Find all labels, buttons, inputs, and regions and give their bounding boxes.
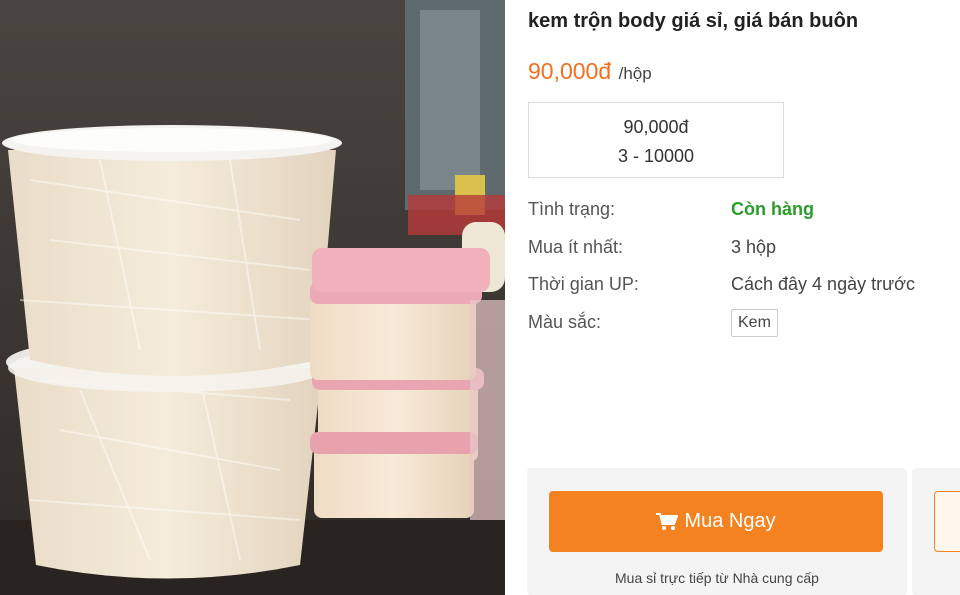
tier-price: 90,000đ: [623, 117, 689, 137]
price-tier-box[interactable]: 90,000đ 3 - 10000: [528, 102, 784, 178]
attribute-row-color: Màu sắc: Kem: [528, 308, 958, 347]
price-unit: /hộp: [618, 64, 652, 83]
secondary-action-button[interactable]: [934, 491, 960, 552]
buy-now-button[interactable]: Mua Ngay: [549, 491, 883, 552]
product-attributes: Tình trạng: Còn hàng Mua ít nhất: 3 hộp …: [528, 196, 958, 346]
attribute-label: Tình trạng:: [528, 199, 616, 219]
stock-status: Còn hàng: [731, 199, 814, 219]
posted-time-value: Cách đây 4 ngày trước: [731, 274, 915, 294]
tier-quantity-range: 3 - 10000: [617, 146, 695, 166]
attribute-row-status: Tình trạng: Còn hàng: [528, 196, 958, 234]
product-photo-illustration: [0, 0, 505, 595]
min-order-value: 3 hộp: [731, 236, 777, 257]
buy-now-label: Mua Ngay: [684, 510, 776, 532]
secondary-action-panel: [912, 468, 960, 595]
buy-note: Mua sỉ trực tiếp từ Nhà cung cấp: [615, 570, 819, 586]
attribute-row-min-order: Mua ít nhất: 3 hộp: [528, 234, 958, 272]
attribute-label: Thời gian UP:: [528, 274, 639, 294]
price-line: 90,000đ /hộp: [528, 58, 652, 85]
buy-panel: Mua Ngay Mua sỉ trực tiếp từ Nhà cung cấ…: [527, 468, 907, 595]
cart-icon: [656, 512, 679, 530]
product-price: 90,000đ: [528, 58, 612, 84]
attribute-label: Màu sắc:: [528, 311, 602, 332]
product-title: kem trộn body giá sỉ, giá bán buôn: [528, 10, 859, 32]
product-photo: [0, 0, 505, 595]
attribute-label: Mua ít nhất:: [528, 236, 624, 257]
color-option-chip[interactable]: Kem: [731, 308, 778, 337]
product-info-panel: kem trộn body giá sỉ, giá bán buôn 90,00…: [505, 0, 960, 595]
attribute-row-posted-time: Thời gian UP: Cách đây 4 ngày trước: [528, 271, 958, 309]
